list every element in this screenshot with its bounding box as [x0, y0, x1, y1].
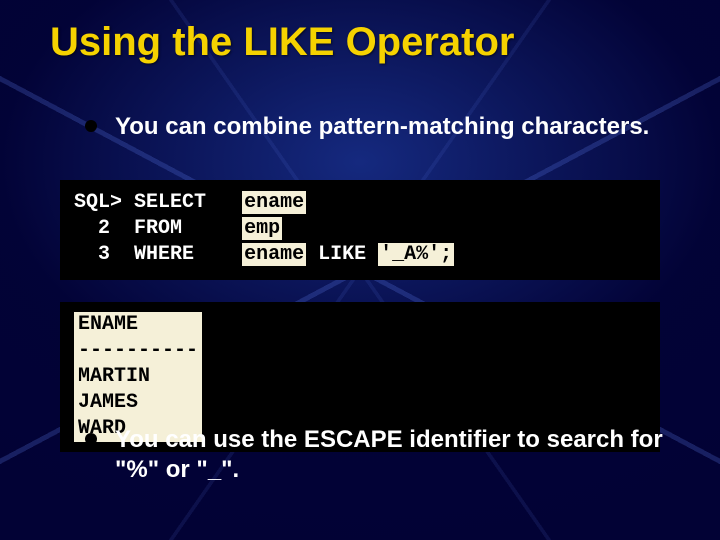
- sql-query-box: SQL> SELECT ename 2 FROM emp 3 WHERE ena…: [60, 180, 660, 280]
- bullet-text: You can use the ESCAPE identifier to sea…: [115, 426, 663, 483]
- sql-code: SQL> SELECT ename 2 FROM emp 3 WHERE ena…: [74, 190, 646, 268]
- bullet-icon: [85, 433, 97, 445]
- bullet-text: You can combine pattern-matching charact…: [115, 113, 649, 140]
- bullet-escape: You can use the ESCAPE identifier to sea…: [115, 425, 670, 485]
- bullet-combine: You can combine pattern-matching charact…: [115, 112, 670, 142]
- page-title: Using the LIKE Operator: [50, 20, 680, 64]
- bullet-icon: [85, 120, 97, 132]
- result-output: ENAME ---------- MARTIN JAMES WARD: [74, 312, 646, 442]
- slide: Using the LIKE Operator You can combine …: [0, 0, 720, 540]
